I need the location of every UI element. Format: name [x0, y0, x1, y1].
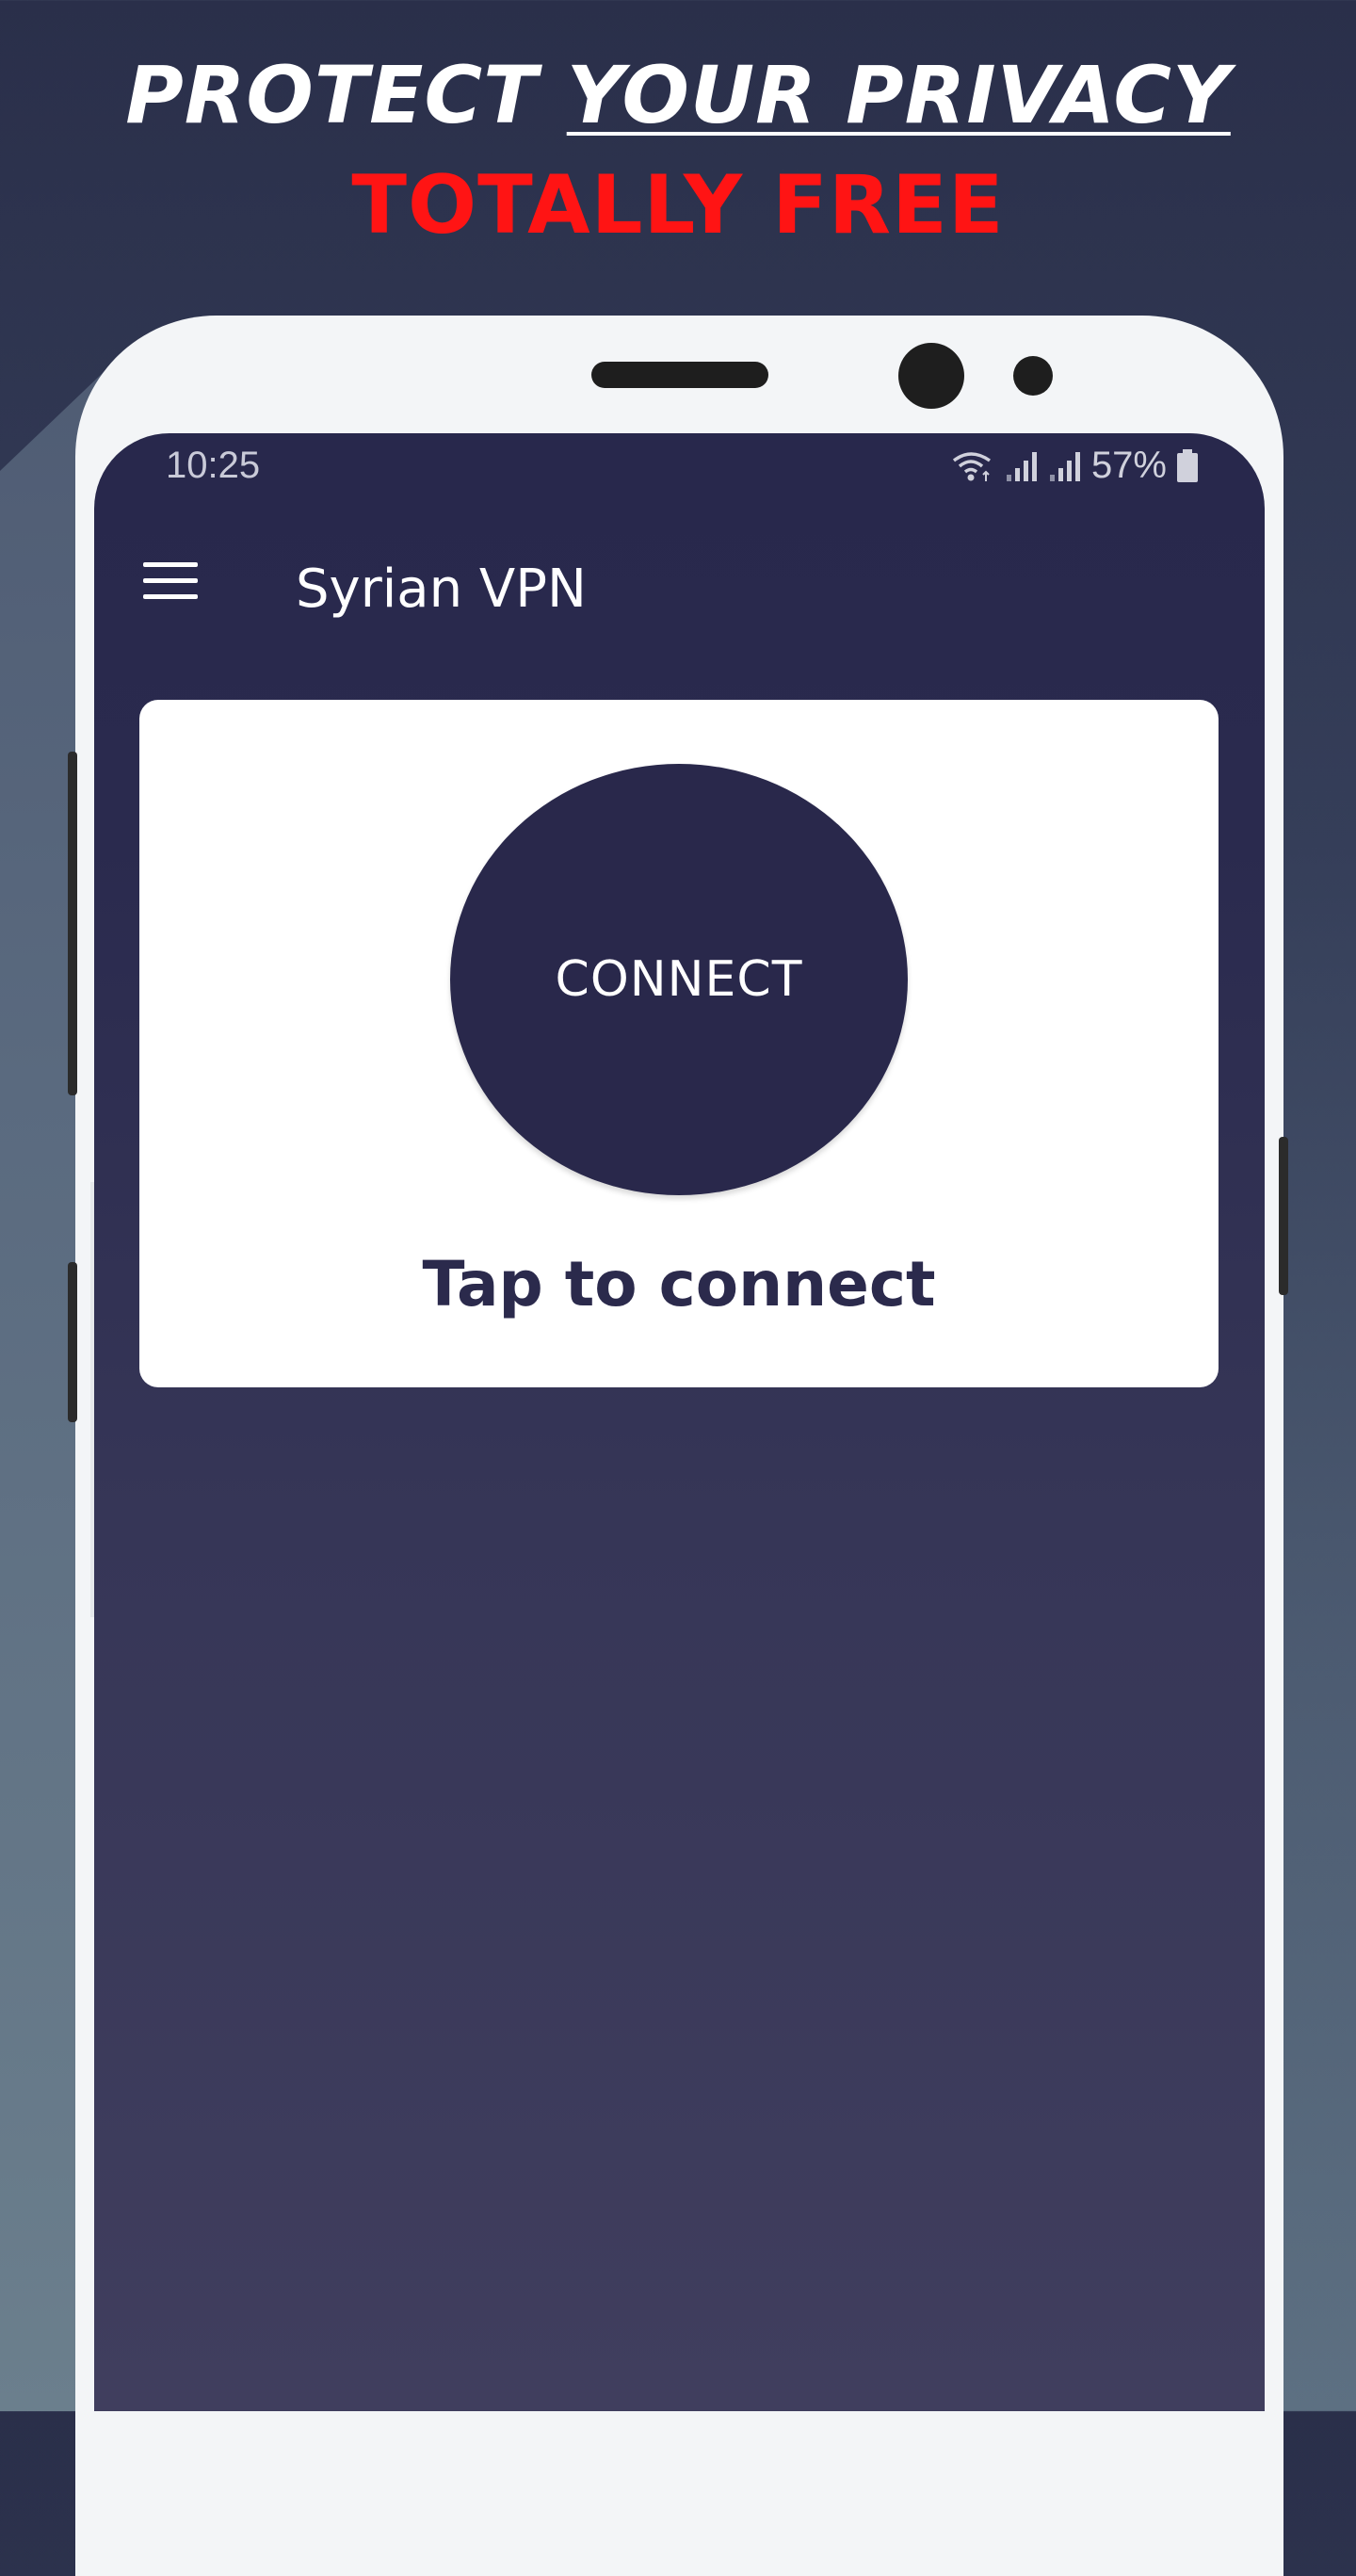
- app-screen: 10:25 57% Syrian VPN CONNECT Tap to conn…: [94, 433, 1265, 2411]
- phone-bixby-button: [68, 1262, 77, 1422]
- app-title: Syrian VPN: [296, 559, 587, 620]
- signal-icon: [1005, 450, 1039, 482]
- connect-card: CONNECT Tap to connect: [139, 700, 1219, 1387]
- battery-percent: 57%: [1090, 445, 1167, 486]
- wifi-icon: [950, 449, 995, 483]
- promo-headline: PROTECT YOUR PRIVACY: [0, 49, 1356, 141]
- phone-earpiece: [591, 362, 768, 388]
- promo-subheadline: TOTALLY FREE: [351, 158, 1005, 252]
- phone-volume-button: [68, 752, 77, 1095]
- status-time: 10:25: [166, 445, 261, 486]
- promo-headline-underlined: YOUR PRIVACY: [566, 49, 1231, 141]
- hamburger-menu-icon[interactable]: [143, 562, 200, 600]
- status-bar: 10:25 57%: [94, 433, 1265, 499]
- phone-sensor: [1013, 356, 1053, 396]
- signal-icon: [1048, 450, 1082, 482]
- connection-status-text: Tap to connect: [422, 1248, 936, 1320]
- battery-icon: [1176, 448, 1199, 483]
- phone-power-button: [1279, 1137, 1288, 1295]
- phone-camera: [898, 343, 964, 409]
- connect-button-label: CONNECT: [555, 951, 803, 1008]
- connect-button[interactable]: CONNECT: [450, 764, 908, 1195]
- status-icons: 57%: [950, 445, 1199, 487]
- promo-headline-part1: PROTECT: [125, 49, 567, 141]
- app-bar: Syrian VPN: [94, 523, 1265, 636]
